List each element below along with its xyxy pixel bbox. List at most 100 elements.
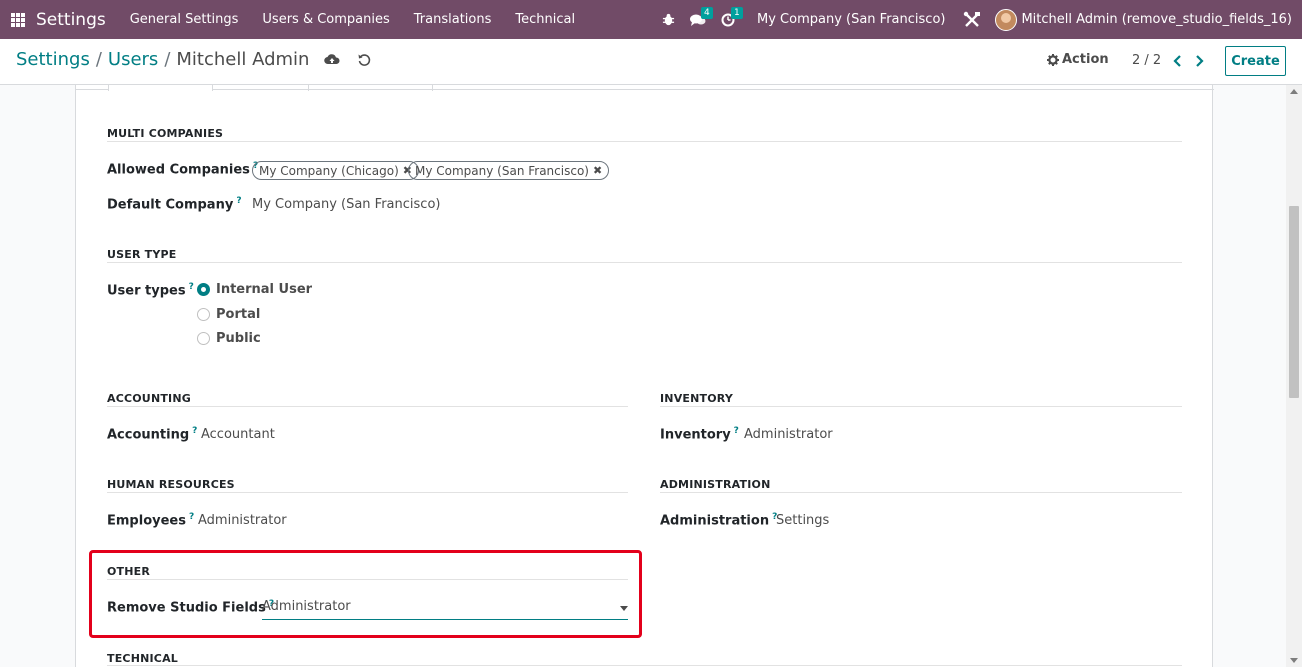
label-text: Employees <box>107 513 186 529</box>
top-navbar: Settings General Settings Users & Compan… <box>0 0 1302 39</box>
inventory-value[interactable]: Administrator <box>744 427 833 442</box>
user-name: Mitchell Admin (remove_studio_fields_16) <box>1021 12 1292 27</box>
radio-public[interactable]: Public <box>197 331 261 346</box>
activity-badge: 1 <box>731 7 743 19</box>
label-text: Remove Studio Fields <box>107 600 266 616</box>
messages-badge: 4 <box>701 7 713 19</box>
divider <box>213 89 1214 90</box>
user-menu[interactable]: Mitchell Admin (remove_studio_fields_16) <box>987 8 1292 31</box>
divider <box>107 665 1182 666</box>
messages-icon[interactable]: 4 <box>686 0 713 39</box>
label-text: User types <box>107 283 186 299</box>
divider <box>660 492 1182 493</box>
accounting-label: Accounting? <box>107 426 197 442</box>
help-icon[interactable]: ? <box>192 426 197 436</box>
menu-general-settings[interactable]: General Settings <box>118 0 251 39</box>
divider <box>107 406 628 407</box>
label-text: Allowed Companies <box>107 162 250 178</box>
section-multi-companies: MULTI COMPANIES <box>107 127 224 140</box>
section-administration: ADMINISTRATION <box>660 478 771 491</box>
tab-edge[interactable] <box>213 85 309 91</box>
radio-icon[interactable] <box>197 332 210 345</box>
main-menu: General Settings Users & Companies Trans… <box>118 0 587 39</box>
radio-icon[interactable] <box>197 308 210 321</box>
avatar <box>995 8 1018 31</box>
allowed-companies-label: Allowed Companies? <box>107 161 258 177</box>
create-button[interactable]: Create <box>1225 46 1286 76</box>
accounting-value[interactable]: Accountant <box>201 427 275 442</box>
company-tag-chicago: My Company (Chicago) ✖ <box>252 161 419 180</box>
app-brand[interactable]: Settings <box>36 10 106 30</box>
menu-translations[interactable]: Translations <box>402 0 504 39</box>
label-text: Inventory <box>660 427 731 443</box>
chevron-right-icon[interactable] <box>1193 54 1205 68</box>
user-types-label: User types? <box>107 282 194 298</box>
help-icon[interactable]: ? <box>734 426 739 436</box>
radio-label: Internal User <box>216 282 313 297</box>
employees-value[interactable]: Administrator <box>198 513 287 528</box>
bug-icon[interactable] <box>656 0 680 39</box>
menu-users-companies[interactable]: Users & Companies <box>250 0 401 39</box>
help-icon[interactable]: ? <box>189 512 194 522</box>
systray: 4 1 My Company (San Francisco) Mitchell … <box>653 0 1302 39</box>
employees-label: Employees? <box>107 512 194 528</box>
section-technical: TECHNICAL <box>107 652 178 665</box>
action-button[interactable]: Action <box>1047 52 1109 67</box>
divider <box>107 492 628 493</box>
administration-value[interactable]: Settings <box>776 513 829 528</box>
section-accounting: ACCOUNTING <box>107 392 191 405</box>
section-other: OTHER <box>107 565 151 578</box>
label-text: Administration <box>660 513 770 529</box>
radio-internal-user[interactable]: Internal User <box>197 282 312 297</box>
pager-value[interactable]: 2 / 2 <box>1132 53 1161 68</box>
apps-menu-icon[interactable] <box>0 0 36 39</box>
activity-clock-icon[interactable]: 1 <box>716 0 743 39</box>
breadcrumb-settings[interactable]: Settings <box>16 49 90 70</box>
scroll-up-icon[interactable] <box>1290 89 1298 94</box>
breadcrumb-separator: / <box>95 49 102 70</box>
action-label: Action <box>1062 52 1109 67</box>
scroll-down-icon[interactable] <box>1290 658 1298 663</box>
divider <box>76 89 108 90</box>
divider <box>107 262 1182 263</box>
divider <box>107 579 628 580</box>
gear-icon <box>1047 53 1059 66</box>
remove-studio-fields-label: Remove Studio Fields? <box>107 599 274 615</box>
radio-label: Public <box>216 331 261 346</box>
label-text: Accounting <box>107 427 190 443</box>
divider <box>660 406 1182 407</box>
section-user-type: USER TYPE <box>107 248 177 261</box>
help-icon[interactable]: ? <box>189 282 194 292</box>
cloud-upload-icon[interactable] <box>323 51 341 69</box>
remove-studio-fields-select[interactable]: Administrator <box>262 597 628 620</box>
default-company-value[interactable]: My Company (San Francisco) <box>252 197 440 212</box>
radio-portal[interactable]: Portal <box>197 307 260 322</box>
administration-label: Administration? <box>660 512 777 528</box>
chevron-left-icon[interactable] <box>1171 54 1183 68</box>
company-switcher[interactable]: My Company (San Francisco) <box>757 12 945 27</box>
divider <box>107 141 1182 142</box>
pager: 2 / 2 <box>1132 53 1205 68</box>
discard-undo-icon[interactable] <box>355 51 373 69</box>
help-icon[interactable]: ? <box>236 196 241 206</box>
select-value: Administrator <box>262 599 351 614</box>
company-tag-san-francisco: My Company (San Francisco) ✖ <box>408 161 610 180</box>
breadcrumb-current: Mitchell Admin <box>176 49 310 70</box>
label-text: Default Company <box>107 197 234 213</box>
breadcrumb: Settings / Users / Mitchell Admin <box>16 49 373 70</box>
caret-down-icon[interactable] <box>620 606 628 611</box>
radio-checked-icon[interactable] <box>197 283 210 296</box>
tools-icon[interactable] <box>960 0 984 39</box>
inventory-label: Inventory? <box>660 426 739 442</box>
scrollbar-thumb[interactable] <box>1289 206 1299 398</box>
tag-label: My Company (Chicago) <box>259 163 399 178</box>
scrollbar[interactable] <box>1286 85 1302 667</box>
radio-label: Portal <box>216 307 261 322</box>
control-panel: Settings / Users / Mitchell Admin Action… <box>0 39 1302 85</box>
section-human-resources: HUMAN RESOURCES <box>107 478 235 491</box>
menu-technical[interactable]: Technical <box>503 0 587 39</box>
breadcrumb-users[interactable]: Users <box>108 49 158 70</box>
breadcrumb-separator: / <box>164 49 171 70</box>
remove-tag-icon[interactable]: ✖ <box>593 164 602 177</box>
tab-edge[interactable] <box>309 85 433 91</box>
